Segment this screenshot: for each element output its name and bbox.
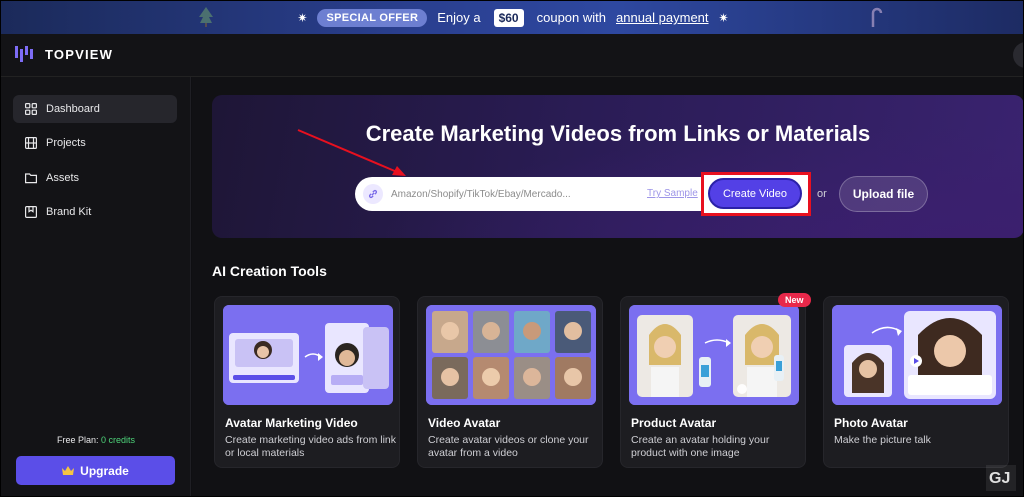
video-avatar-thumbnail <box>426 305 596 405</box>
free-plan-status: Free Plan: 0 credits <box>1 435 191 445</box>
sidebar-item-projects[interactable]: Projects <box>13 129 177 157</box>
banner-text-prefix: Enjoy a <box>437 10 481 25</box>
sidebar-item-label: Assets <box>46 172 80 184</box>
grid-icon <box>25 103 37 115</box>
product-link-input[interactable] <box>391 177 611 211</box>
card-description: Make the picture talk <box>834 434 931 446</box>
upload-file-button[interactable]: Upload file <box>839 176 928 212</box>
sparkle-icon: ✷ <box>718 10 729 25</box>
film-icon <box>25 137 37 149</box>
sidebar-item-label: Dashboard <box>46 103 100 115</box>
sidebar-item-brand-kit[interactable]: Brand Kit <box>13 198 177 226</box>
card-description: Create marketing video ads from link or … <box>225 434 396 459</box>
sidebar-item-dashboard[interactable]: Dashboard <box>13 95 177 123</box>
tool-card-product-avatar[interactable]: Product Avatar Create an avatar holding … <box>620 296 806 468</box>
hero-title: Create Marketing Videos from Links or Ma… <box>365 121 871 146</box>
product-avatar-thumbnail <box>629 305 799 405</box>
brand-name: TOPVIEW <box>45 46 114 62</box>
create-video-button[interactable]: Create Video <box>708 178 802 209</box>
user-avatar[interactable] <box>1013 42 1023 68</box>
try-sample-link[interactable]: Try Sample <box>647 188 698 199</box>
bookmark-icon <box>25 206 37 218</box>
tool-card-photo-avatar[interactable]: Photo Avatar Make the picture talk <box>823 296 1009 468</box>
folder-icon <box>25 173 37 184</box>
sidebar: Dashboard Projects Assets Brand Kit Free… <box>1 77 191 496</box>
sparkle-icon: ✷ <box>297 10 308 25</box>
special-offer-badge: SPECIAL OFFER <box>317 8 428 27</box>
banner-text-middle: coupon with <box>536 10 606 25</box>
hero-panel: Create Marketing Videos from Links or Ma… <box>212 95 1023 238</box>
svg-text:GJ: GJ <box>989 470 1010 487</box>
or-separator: or <box>817 188 827 200</box>
sidebar-item-label: Brand Kit <box>46 206 92 218</box>
sidebar-item-assets[interactable]: Assets <box>13 164 177 192</box>
card-title: Video Avatar <box>428 416 501 430</box>
card-title: Product Avatar <box>631 416 717 430</box>
section-title: AI Creation Tools <box>212 263 327 279</box>
plan-label: Free Plan: <box>56 435 99 445</box>
site-watermark-logo: GJ <box>986 465 1016 491</box>
card-description: Create an avatar holding your product wi… <box>631 434 770 459</box>
screenshot-frame: ✷ SPECIAL OFFER Enjoy a $60 coupon with … <box>0 0 1024 497</box>
annual-payment-link[interactable]: annual payment <box>616 10 709 25</box>
coupon-amount: $60 <box>493 8 524 27</box>
candy-cane-icon <box>871 7 883 27</box>
crown-icon <box>62 465 75 475</box>
upgrade-button[interactable]: Upgrade <box>16 456 175 485</box>
card-description: Create avatar videos or clone your avata… <box>428 434 589 459</box>
avatar-marketing-thumbnail <box>223 305 393 405</box>
link-icon <box>363 184 383 204</box>
promo-banner[interactable]: ✷ SPECIAL OFFER Enjoy a $60 coupon with … <box>1 1 1023 34</box>
sidebar-item-label: Projects <box>46 137 86 149</box>
topview-logo-icon <box>15 46 33 62</box>
credits-count: 0 credits <box>101 435 136 445</box>
top-bar: TOPVIEW <box>1 34 1023 77</box>
card-title: Photo Avatar <box>834 416 908 430</box>
photo-avatar-thumbnail <box>832 305 1002 405</box>
new-badge: New <box>778 293 811 307</box>
tool-card-avatar-marketing-video[interactable]: Avatar Marketing Video Create marketing … <box>214 296 400 468</box>
main-content: Create Marketing Videos from Links or Ma… <box>192 77 1023 496</box>
tool-card-video-avatar[interactable]: Video Avatar Create avatar videos or clo… <box>417 296 603 468</box>
card-title: Avatar Marketing Video <box>225 416 358 430</box>
topview-logo[interactable]: TOPVIEW <box>15 46 113 62</box>
link-search-box[interactable]: Try Sample <box>355 177 701 211</box>
highlight-box: Create Video <box>701 172 811 216</box>
christmas-tree-icon <box>199 7 213 27</box>
upgrade-label: Upgrade <box>80 463 129 478</box>
